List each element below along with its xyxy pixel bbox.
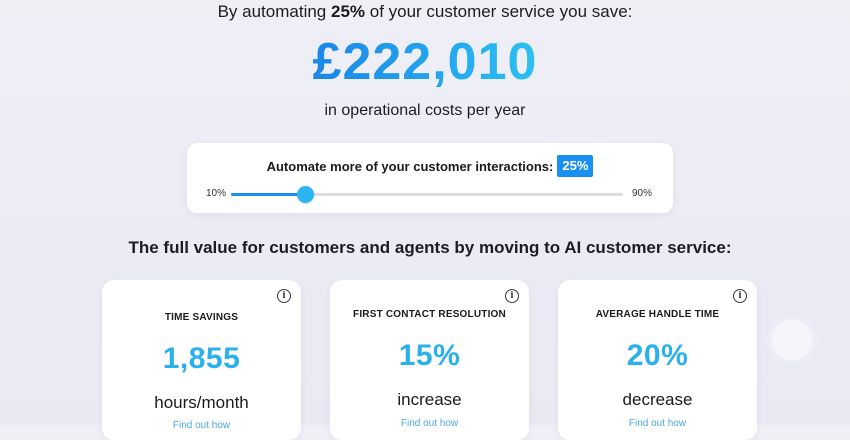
- savings-amount-value: £222,010: [312, 33, 538, 91]
- card-label: FIRST CONTACT RESOLUTION: [353, 309, 506, 320]
- info-icon[interactable]: i: [277, 289, 291, 303]
- slider-title-row: Automate more of your customer interacti…: [187, 155, 673, 177]
- card-description: hours/month: [154, 393, 249, 412]
- slider-title: Automate more of your customer interacti…: [266, 158, 554, 174]
- info-icon[interactable]: i: [505, 289, 519, 303]
- info-icon[interactable]: i: [733, 289, 747, 303]
- slider-value-badge: 25%: [557, 155, 594, 177]
- find-out-how-link[interactable]: Find out how: [330, 418, 529, 429]
- card-average-handle-time: i AVERAGE HANDLE TIME 20% decrease Find …: [558, 280, 757, 440]
- headline-suffix: of your customer service you save:: [365, 2, 633, 21]
- slider-fill: [231, 193, 305, 196]
- slider-max-label: 90%: [632, 188, 653, 199]
- slider-min-label: 10%: [206, 188, 227, 199]
- savings-caption: in operational costs per year: [324, 102, 526, 119]
- headline-percent: 25%: [330, 2, 366, 21]
- card-value: 20%: [626, 339, 689, 372]
- card-description: decrease: [622, 390, 693, 409]
- chat-bubble-icon[interactable]: [772, 320, 812, 360]
- card-label: TIME SAVINGS: [164, 312, 239, 323]
- headline-prefix: By automating: [217, 2, 331, 21]
- card-value: 1,855: [162, 342, 241, 375]
- find-out-how-link[interactable]: Find out how: [102, 420, 301, 431]
- card-time-savings: i TIME SAVINGS 1,855 hours/month Find ou…: [102, 280, 301, 440]
- section-title: The full value for customers and agents …: [128, 238, 732, 257]
- savings-amount: £222,010: [0, 34, 850, 90]
- automation-slider[interactable]: [231, 186, 623, 203]
- automation-slider-card: Automate more of your customer interacti…: [187, 143, 673, 213]
- find-out-how-link[interactable]: Find out how: [558, 418, 757, 429]
- card-label: AVERAGE HANDLE TIME: [595, 309, 720, 320]
- slider-thumb[interactable]: [296, 186, 314, 203]
- savings-headline: By automating 25% of your customer servi…: [0, 2, 850, 22]
- card-description: increase: [397, 390, 462, 409]
- card-first-contact-resolution: i FIRST CONTACT RESOLUTION 15% increase …: [330, 280, 529, 440]
- card-value: 15%: [398, 339, 461, 372]
